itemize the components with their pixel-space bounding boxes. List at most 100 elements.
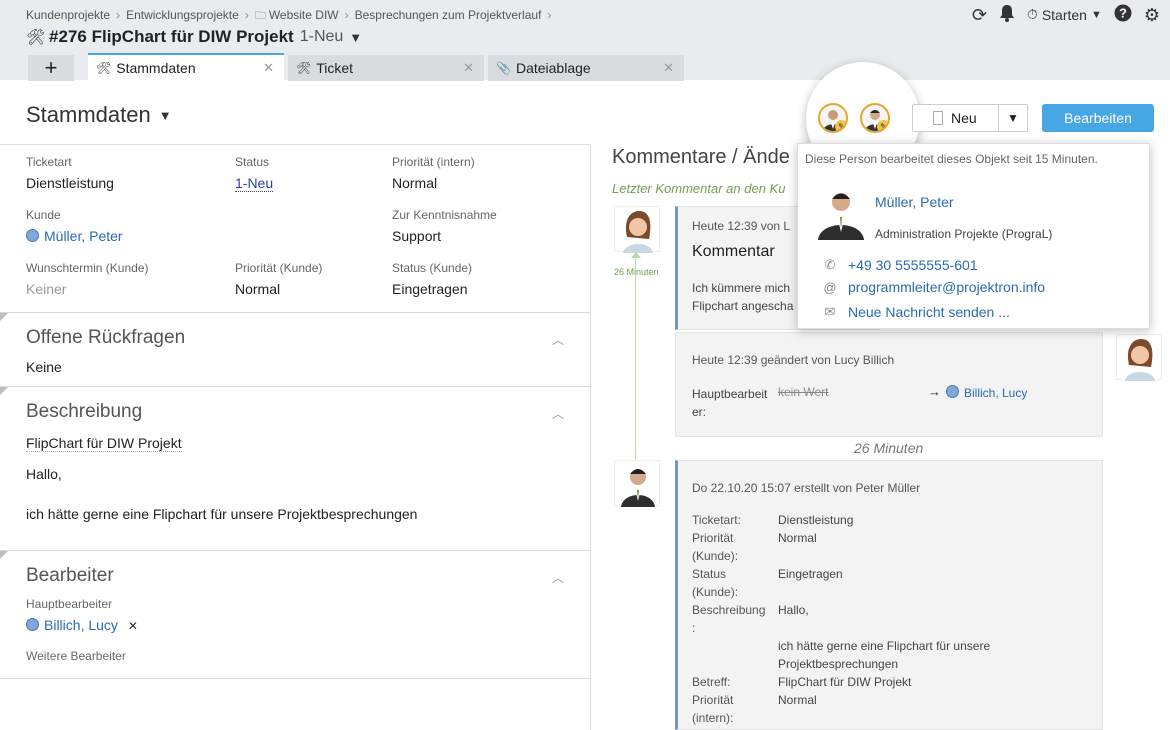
start-label: Starten: [1041, 6, 1087, 23]
kunde-link[interactable]: Müller, Peter: [26, 228, 123, 244]
field-label: Priorität (Kunde): [235, 261, 323, 275]
field-value: Support: [392, 228, 442, 244]
detail-row: Priorität Normal: [692, 531, 817, 545]
field-prioritaet-kunde: Priorität (Kunde) Normal: [235, 261, 322, 297]
top-header: Kundenprojekte › Entwicklungsprojekte › 🗀 Web…: [0, 0, 1170, 81]
chevron-up-icon[interactable]: ︿: [552, 331, 564, 348]
tab-dateiablage[interactable]: 📎 Dateiablage ✕: [488, 55, 684, 81]
change-key: Hauptbearbeit: [692, 387, 768, 401]
section-body: Keine: [26, 359, 62, 375]
tab-label: Dateiablage: [515, 60, 591, 76]
breadcrumb: Kundenprojekte › Entwicklungsprojekte › 🗀 Web…: [26, 8, 552, 22]
description-subject: FlipChart für DIW Projekt: [26, 435, 182, 452]
tab-stammdaten[interactable]: 🛠 Stammdaten ✕: [88, 53, 284, 81]
status-select-value: Neu: [913, 105, 999, 131]
popup-send-message: Neue Nachricht senden ...: [848, 304, 1010, 320]
help-icon[interactable]: ?: [1114, 4, 1132, 25]
chevron-down-icon[interactable]: ▼: [999, 105, 1027, 131]
time-gap-label: 26 Minuten: [854, 440, 924, 456]
page-header-title: 🛠 #276 FlipChart für DIW Projekt 1-Neu ▼: [26, 27, 362, 47]
comments-title: Kommentare / Ände: [612, 146, 790, 168]
change-card: Heute 12:39 geändert von Lucy Billich Ha…: [675, 332, 1103, 437]
hauptbearbeiter-value: Billich, Lucy ✕: [26, 617, 564, 633]
ticket-status: 1-Neu: [299, 28, 344, 45]
field-value: Normal: [235, 281, 281, 297]
tools-icon: 🛠: [26, 29, 46, 46]
envelope-icon: ✉: [824, 304, 836, 319]
svg-text:?: ?: [1119, 6, 1127, 21]
change-new-label: Billich, Lucy: [964, 386, 1028, 400]
hauptbearbeiter-link[interactable]: Billich, Lucy: [44, 617, 118, 633]
change-new-value[interactable]: Billich, Lucy: [946, 385, 1027, 400]
popup-role: Administration Projekte (PrograL): [875, 227, 1053, 241]
editor-avatar[interactable]: ✎: [860, 103, 890, 133]
folder-icon: 🗀: [254, 10, 266, 22]
close-icon[interactable]: ✕: [263, 60, 274, 76]
at-icon: @: [823, 279, 837, 295]
tab-ticket[interactable]: 🛠 Ticket ✕: [288, 55, 484, 81]
bell-icon[interactable]: [999, 4, 1015, 25]
field-kenntnisnahme: Zur Kenntnisnahme Support: [392, 208, 497, 244]
remove-icon[interactable]: ✕: [128, 619, 138, 633]
popup-name-link[interactable]: Müller, Peter: [875, 194, 954, 210]
chevron-up-icon[interactable]: ︿: [552, 569, 564, 586]
section-beschreibung: Beschreibung ︿ FlipChart für DIW Projekt…: [0, 387, 590, 551]
breadcrumb-item[interactable]: Entwicklungsprojekte: [126, 8, 239, 22]
section-bearbeiter: Bearbeiter ︿ Hauptbearbeiter Billich, Lu…: [0, 551, 590, 679]
stammdaten-panel: Ticketart Dienstleistung Status 1-Neu Pr…: [0, 144, 591, 730]
status-select[interactable]: Neu ▼: [912, 104, 1028, 132]
section-corner: [0, 387, 8, 395]
field-label: Hauptbearbeiter: [26, 597, 113, 611]
editor-avatar[interactable]: ✎: [818, 103, 848, 133]
status-select-label: Neu: [951, 110, 977, 126]
popup-email: programmleiter@projektron.info: [848, 279, 1046, 295]
field-label: Zur Kenntnisnahme: [392, 208, 497, 222]
stopwatch-icon: ⏱: [1026, 6, 1038, 22]
change-header: Heute 12:39 geändert von Lucy Billich: [692, 353, 895, 367]
popup-phone-row[interactable]: ✆ +49 30 5555555-601: [822, 257, 978, 273]
breadcrumb-item[interactable]: Website DIW: [269, 8, 339, 22]
edit-button[interactable]: Bearbeiten: [1042, 104, 1154, 132]
popup-avatar: [816, 184, 866, 240]
start-timer-button[interactable]: ⏱ Starten ▼: [1027, 6, 1102, 23]
page-title[interactable]: Stammdaten ▼: [26, 102, 172, 128]
gear-icon[interactable]: ⚙: [1144, 6, 1160, 24]
arrow-right-icon: →: [928, 384, 941, 399]
detail-row: (intern):: [692, 711, 734, 725]
creation-details: Ticketart: Dienstleistung Priorität Normal…: [692, 511, 1102, 727]
description-text: ich hätte gerne eine Flipchart für unser…: [26, 506, 418, 522]
field-status-kunde: Status (Kunde) Eingetragen: [392, 261, 472, 297]
field-kunde: Kunde Müller, Peter: [26, 208, 123, 244]
popup-send-message-row[interactable]: ✉ Neue Nachricht senden ...: [822, 304, 1010, 320]
section-corner: [0, 313, 8, 321]
breadcrumb-item[interactable]: Kundenprojekte: [26, 8, 110, 22]
tab-label: Stammdaten: [116, 60, 196, 76]
comments-subtitle: Letzter Kommentar an den Ku: [612, 181, 786, 196]
detail-row: ich hätte gerne eine Flipchart für unser…: [778, 639, 991, 653]
detail-row: Projektbesprechungen: [778, 657, 899, 671]
avatar-peter: [614, 460, 660, 507]
chevron-down-icon[interactable]: ▼: [349, 30, 362, 45]
close-icon[interactable]: ✕: [463, 60, 474, 76]
field-value: Dienstleistung: [26, 175, 114, 191]
field-label: Kunde: [26, 208, 61, 222]
description-text: Hallo,: [26, 466, 62, 482]
field-label: Wunschtermin (Kunde): [26, 261, 149, 275]
field-status: Status 1-Neu: [235, 155, 274, 192]
field-label: Status: [235, 155, 270, 169]
detail-row: Betreff: FlipChart für DIW Projekt: [692, 675, 912, 689]
close-icon[interactable]: ✕: [663, 60, 674, 76]
field-label: Status (Kunde): [392, 261, 473, 275]
chevron-down-icon: ▼: [158, 107, 172, 123]
chevron-up-icon[interactable]: ︿: [552, 405, 564, 422]
popup-email-row[interactable]: @ programmleiter@projektron.info: [822, 279, 1045, 295]
add-tab-button[interactable]: +: [28, 55, 74, 81]
breadcrumb-item[interactable]: Besprechungen zum Projektverlauf: [355, 8, 542, 22]
field-value[interactable]: 1-Neu: [235, 175, 274, 192]
chevron-down-icon: ▼: [1090, 8, 1102, 21]
action-bar: ✎ ✎ Neu ▼ Bearbeiten: [818, 103, 1154, 133]
top-right-toolbar: ⟳ ⏱ Starten ▼ ? ⚙: [972, 4, 1160, 25]
phone-icon: ✆: [824, 257, 836, 272]
document-icon: [933, 111, 943, 125]
refresh-icon[interactable]: ⟳: [972, 6, 987, 24]
